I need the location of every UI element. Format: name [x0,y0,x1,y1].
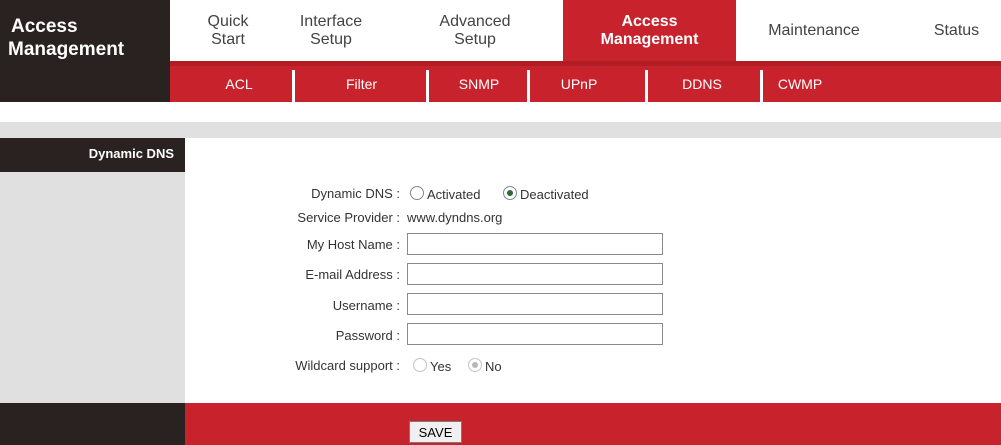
wildcard-no-label: No [485,359,502,374]
provider-label: Service Provider : [297,210,400,225]
subtab-snmp[interactable]: SNMP [431,66,527,102]
subtab-divider [292,70,295,102]
subtab-ddns[interactable]: DDNS [649,66,755,102]
username-label: Username : [332,298,400,313]
tab-label-line2: Start [211,30,245,48]
email-label: E-mail Address : [305,267,400,282]
provider-value: www.dyndns.org [407,210,503,225]
brand-band [0,65,170,102]
hostname-input[interactable] [407,233,663,255]
footer-bar [185,403,1001,445]
ddns-deactivated-label: Deactivated [520,187,589,202]
subtab-cwmp[interactable]: CWMP [764,66,836,102]
subtab-acl[interactable]: ACL [190,66,288,102]
hostname-label: My Host Name : [306,237,400,252]
wildcard-yes-label: Yes [430,359,452,374]
subtab-divider [426,70,429,102]
password-input[interactable] [407,323,663,345]
tab-label-line2: Setup [310,30,352,48]
subtab-upnp[interactable]: UPnP [532,66,626,102]
ddns-activated-radio[interactable] [410,186,424,200]
spacer-band [0,122,1001,138]
wildcard-no-radio[interactable] [468,358,482,372]
tab-label-line1: Interface [299,12,363,30]
tab-label-line1: Quick [207,12,249,30]
subtab-divider [645,70,648,102]
tab-label-line1: Advanced [439,12,511,30]
tab-quick-start[interactable]: Quick Start [190,0,266,61]
footer-left [0,403,185,445]
email-input[interactable] [407,263,663,285]
tab-interface-setup[interactable]: Interface Setup [276,0,386,61]
wildcard-label: Wildcard support : [295,358,400,373]
tab-advanced-setup[interactable]: Advanced Setup [400,0,550,61]
brand-title-line2: Management [8,39,125,60]
tab-label-line2: Setup [454,30,496,48]
tab-label-line1: Status [933,21,980,39]
tab-label-line1: Maintenance [768,21,860,39]
brand-title-line1: Access [11,16,78,37]
tab-label-line2: Management [600,30,699,48]
ddns-activated-label: Activated [427,187,481,202]
subtab-filter[interactable]: Filter [298,66,425,102]
tab-access-management[interactable]: Access Management [563,0,736,61]
username-input[interactable] [407,293,663,315]
ddns-deactivated-radio[interactable] [503,186,517,200]
section-title: Dynamic DNS [88,146,174,161]
tab-maintenance[interactable]: Maintenance [742,0,886,61]
subtab-divider [527,70,530,102]
password-label: Password : [335,328,400,343]
tab-status[interactable]: Status [912,0,1001,61]
ddns-label: Dynamic DNS : [311,186,400,201]
wildcard-yes-radio[interactable] [413,358,427,372]
save-button[interactable]: SAVE [409,421,462,443]
subtab-divider [760,70,763,102]
tab-label-line1: Access [621,12,678,30]
